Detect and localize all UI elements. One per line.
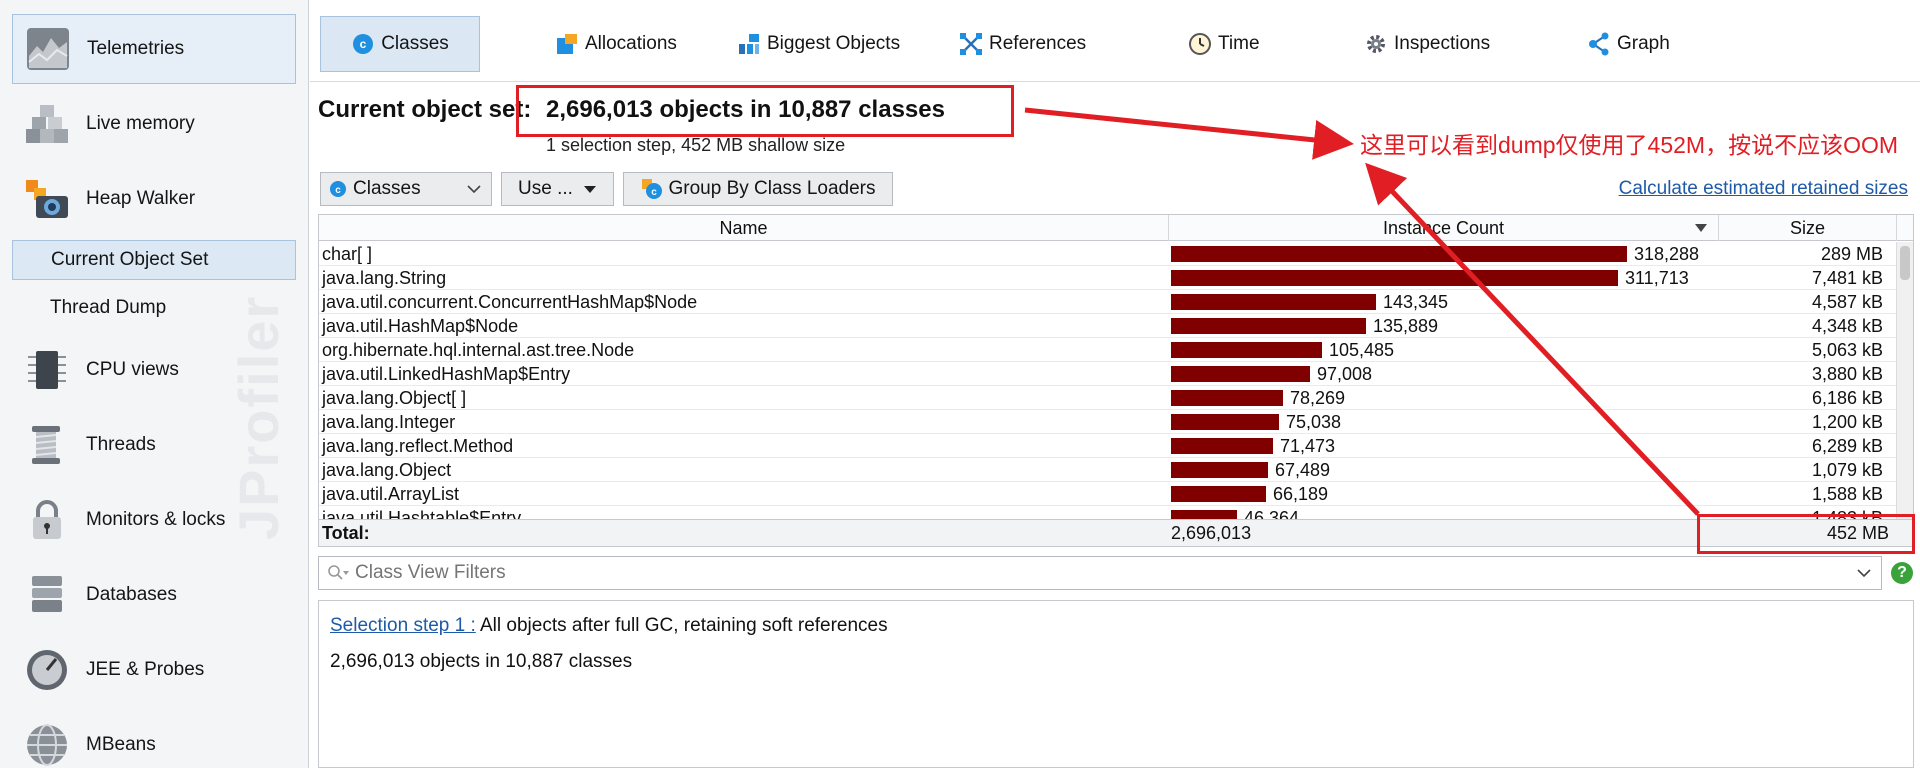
- annotation-arrow-right: [1024, 107, 1354, 160]
- jprofiler-window: Telemetries Live memory Heap Walker Curr…: [0, 0, 1920, 768]
- annotation-text: 这里可以看到dump仅使用了452M，按说不应该OOM: [1360, 132, 1899, 158]
- annotation-arrows: [1024, 107, 1700, 516]
- annotation-arrow-up: [1365, 162, 1700, 516]
